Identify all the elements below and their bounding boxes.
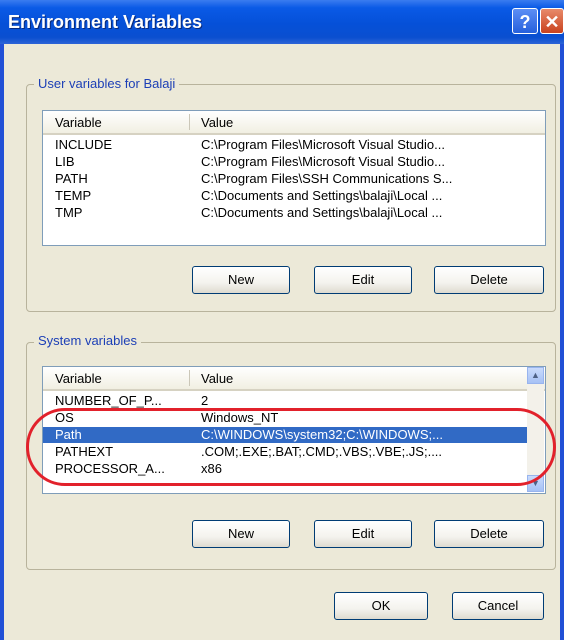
user-variables-list[interactable]: Variable Value INCLUDE C:\Program Files\M… bbox=[42, 110, 546, 246]
user-column-value[interactable]: Value bbox=[201, 115, 233, 130]
variable-name: TMP bbox=[55, 205, 83, 220]
help-button[interactable]: ? bbox=[512, 8, 538, 34]
user-variable-row[interactable]: LIB C:\Program Files\Microsoft Visual Stu… bbox=[43, 154, 545, 170]
user-new-label: New bbox=[227, 272, 254, 287]
title-bar[interactable]: Environment Variables ? ✕ bbox=[0, 0, 564, 44]
variable-value: C:\Program Files\Microsoft Visual Studio… bbox=[201, 154, 445, 169]
system-edit-button[interactable]: Edit bbox=[314, 520, 412, 548]
system-new-label: New bbox=[227, 526, 254, 541]
variable-value: C:\Documents and Settings\balaji\Local .… bbox=[201, 188, 443, 203]
system-column-variable[interactable]: Variable bbox=[55, 371, 102, 386]
column-divider[interactable] bbox=[189, 370, 190, 386]
user-variable-row[interactable]: INCLUDE C:\Program Files\Microsoft Visual… bbox=[43, 137, 545, 153]
variable-name: NUMBER_OF_P... bbox=[55, 393, 162, 408]
user-edit-button[interactable]: Edit bbox=[314, 266, 412, 294]
window-title: Environment Variables bbox=[8, 12, 203, 32]
system-list-header: Variable Value bbox=[43, 367, 545, 391]
variable-name: PATH bbox=[55, 171, 88, 186]
user-delete-button[interactable]: Delete bbox=[434, 266, 544, 294]
variable-name: INCLUDE bbox=[55, 137, 113, 152]
variable-value: 2 bbox=[201, 393, 209, 408]
variable-name: LIB bbox=[55, 154, 75, 169]
user-column-variable[interactable]: Variable bbox=[55, 115, 102, 130]
variable-name: TEMP bbox=[55, 188, 92, 203]
system-variables-legend: System variables bbox=[34, 333, 141, 348]
cancel-label: Cancel bbox=[477, 598, 519, 613]
system-delete-button[interactable]: Delete bbox=[434, 520, 544, 548]
red-highlight-annotation bbox=[26, 408, 556, 486]
scroll-up-button[interactable]: ▲ bbox=[527, 367, 544, 384]
ok-label: OK bbox=[371, 598, 391, 613]
user-variables-legend: User variables for Balaji bbox=[34, 76, 180, 91]
system-delete-label: Delete bbox=[470, 526, 508, 541]
user-list-header: Variable Value bbox=[43, 111, 545, 135]
user-delete-label: Delete bbox=[470, 272, 508, 287]
system-column-value[interactable]: Value bbox=[201, 371, 233, 386]
variable-value: C:\Program Files\SSH Communications S... bbox=[201, 171, 453, 186]
system-variable-row[interactable]: NUMBER_OF_P... 2 bbox=[43, 393, 527, 409]
user-variable-row[interactable]: PATH C:\Program Files\SSH Communications … bbox=[43, 171, 545, 187]
user-new-button[interactable]: New bbox=[192, 266, 290, 294]
close-button[interactable]: ✕ bbox=[540, 8, 564, 34]
ok-button[interactable]: OK bbox=[334, 592, 428, 620]
environment-variables-dialog: Environment Variables ? ✕ User variables… bbox=[0, 0, 564, 640]
user-variable-row[interactable]: TEMP C:\Documents and Settings\balaji\Loc… bbox=[43, 188, 545, 204]
scroll-up-arrow-icon: ▲ bbox=[531, 370, 540, 380]
user-variable-row[interactable]: TMP C:\Documents and Settings\balaji\Loca… bbox=[43, 205, 545, 221]
cancel-button[interactable]: Cancel bbox=[452, 592, 544, 620]
variable-value: C:\Program Files\Microsoft Visual Studio… bbox=[201, 137, 445, 152]
user-edit-label: Edit bbox=[351, 272, 375, 287]
window-left-border bbox=[0, 44, 4, 640]
system-new-button[interactable]: New bbox=[192, 520, 290, 548]
column-divider[interactable] bbox=[189, 114, 190, 130]
system-edit-label: Edit bbox=[351, 526, 375, 541]
variable-value: C:\Documents and Settings\balaji\Local .… bbox=[201, 205, 443, 220]
